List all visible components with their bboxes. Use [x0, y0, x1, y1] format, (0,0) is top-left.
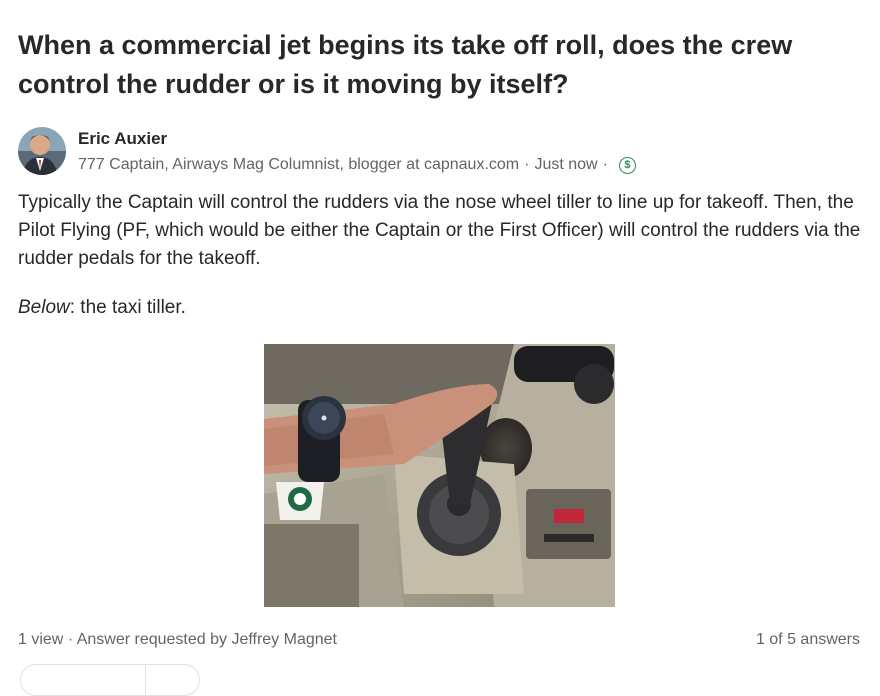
vote-divider	[145, 665, 146, 695]
view-count[interactable]: 1 view	[18, 631, 63, 648]
question-title[interactable]: When a commercial jet begins its take of…	[18, 26, 858, 104]
answer-stats: 1 view · Answer requested by Jeffrey Mag…	[18, 631, 337, 649]
author-name[interactable]: Eric Auxier	[78, 129, 167, 149]
cockpit-image	[264, 344, 615, 607]
avatar-image	[18, 127, 66, 175]
vote-buttons[interactable]	[20, 664, 200, 696]
answer-paragraph: Typically the Captain will control the r…	[18, 192, 861, 269]
answer-requested-by[interactable]: Answer requested by Jeffrey Magnet	[77, 631, 337, 648]
separator-dot: ·	[524, 156, 530, 173]
answer-position: 1 of 5 answers	[755, 631, 860, 648]
caption-label: Below	[18, 297, 70, 318]
author-credential[interactable]: 777 Captain, Airways Mag Columnist, blog…	[78, 156, 519, 174]
image-caption: Below: the taxi tiller.	[18, 294, 186, 322]
dollar-icon[interactable]: $	[618, 156, 636, 174]
author-avatar[interactable]	[18, 127, 66, 175]
caption-text: : the taxi tiller.	[69, 297, 186, 318]
author-credential-line: 777 Captain, Airways Mag Columnist, blog…	[78, 156, 636, 174]
separator-dot: ·	[602, 156, 608, 173]
taxi-tiller-photo[interactable]	[264, 344, 615, 607]
separator-dot: ·	[67, 631, 74, 648]
answer-timestamp[interactable]: Just now	[534, 156, 597, 174]
